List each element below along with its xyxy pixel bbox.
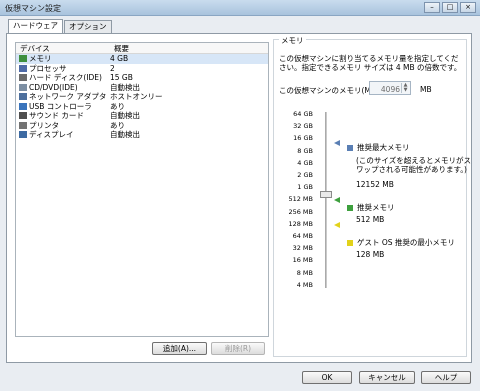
recommended-marker-icon [334, 197, 340, 203]
memory-unit: MB [420, 85, 432, 94]
memory-description: この仮想マシンに割り当てるメモリ量を指定してください。指定できるメモリ サイズは… [279, 54, 462, 72]
memory-slider-thumb[interactable] [320, 191, 332, 198]
minimize-button[interactable]: – [424, 2, 440, 13]
memory-tick-label: 16 GB [293, 134, 313, 143]
device-name: メモリ [29, 54, 52, 63]
device-name: ディスプレイ [29, 130, 74, 139]
memory-tick-label: 8 GB [297, 146, 313, 155]
memory-tick-label: 1 GB [297, 183, 313, 192]
memory-tick-label: 16 MB [292, 256, 313, 265]
memory-tick-label: 8 MB [296, 268, 313, 277]
cd-dvd-icon [19, 83, 27, 91]
max-recommended-marker-icon [334, 140, 340, 146]
device-summary: 自動検出 [110, 130, 140, 139]
device-row[interactable]: ハード ディスク(IDE) 15 GB [16, 73, 268, 83]
memory-tick-label: 64 MB [292, 232, 313, 240]
device-row[interactable]: メモリ 4 GB [16, 54, 268, 64]
memory-tick-label: 4 MB [296, 280, 313, 289]
guest-min-marker-icon [334, 222, 340, 228]
cpu-icon [19, 64, 27, 72]
device-summary: 自動検出 [110, 82, 140, 92]
harddisk-icon [19, 74, 27, 82]
device-name: プロセッサ [29, 63, 67, 73]
device-name: サウンド カード [29, 111, 84, 120]
device-summary: 自動検出 [110, 111, 140, 120]
device-row[interactable]: CD/DVD(IDE) 自動検出 [16, 83, 268, 93]
memory-slider-track[interactable] [325, 112, 327, 288]
device-summary: ホストオンリー [110, 92, 163, 101]
window-title: 仮想マシン設定 [5, 4, 61, 13]
recommended-label: 推奨メモリ [357, 203, 395, 212]
column-summary[interactable]: 概要 [110, 43, 268, 53]
recommended-value: 512 MB [356, 215, 385, 224]
help-button[interactable]: ヘルプ [421, 371, 471, 384]
device-name: プリンタ [29, 120, 59, 130]
device-list[interactable]: デバイス 概要 メモリ 4 GB プロセッサ 2 ハード ディスク(IDE) 15 GB C… [15, 42, 269, 337]
device-row[interactable]: USB コントローラ あり [16, 102, 268, 112]
remove-button[interactable]: 削除(R) [211, 342, 265, 355]
usb-icon [19, 102, 27, 110]
column-device[interactable]: デバイス [16, 43, 110, 53]
device-row[interactable]: サウンド カード 自動検出 [16, 111, 268, 121]
display-icon [19, 131, 27, 139]
add-button[interactable]: 追加(A)... [152, 342, 207, 355]
guest-min-square-icon [347, 240, 353, 246]
device-row[interactable]: プリンタ あり [16, 121, 268, 131]
memory-field-label: この仮想マシンのメモリ(M): [279, 86, 377, 95]
max-recommended-note: (このサイズを超えるとメモリがスワップされる可能性があります。) [356, 156, 471, 174]
legend-guest-min: ゲスト OS 推奨の最小メモリ [347, 237, 455, 248]
max-recommended-value: 12152 MB [356, 180, 394, 189]
device-summary: あり [110, 101, 125, 111]
memory-tick-label: 512 MB [288, 195, 313, 204]
device-row[interactable]: ネットワーク アダプタ ホストオンリー [16, 92, 268, 102]
device-name: USB コントローラ [29, 101, 92, 111]
cancel-button[interactable]: キャンセル [359, 371, 415, 384]
memory-tick-label: 4 GB [297, 158, 313, 167]
ok-button[interactable]: OK [302, 371, 352, 384]
device-row[interactable]: ディスプレイ 自動検出 [16, 130, 268, 140]
device-summary: あり [110, 120, 125, 130]
memory-tick-label: 256 MB [288, 207, 313, 216]
max-recommended-label: 推奨最大メモリ [357, 143, 410, 152]
memory-tick-label: 128 MB [288, 219, 313, 228]
spin-arrows-icon[interactable]: ▲ ▼ [401, 83, 409, 93]
memory-tick-label: 2 GB [297, 171, 313, 179]
window-titlebar: 仮想マシン設定 – □ × [0, 0, 480, 16]
device-name: ハード ディスク(IDE) [29, 73, 102, 82]
memory-spinbox[interactable]: 4096 ▲ ▼ [369, 81, 411, 95]
maximize-button[interactable]: □ [442, 2, 458, 13]
device-summary: 4 GB [110, 54, 129, 63]
max-recommended-square-icon [347, 145, 353, 151]
device-name: ネットワーク アダプタ [29, 92, 107, 101]
legend-recommended: 推奨メモリ [347, 202, 395, 213]
tab-hardware[interactable]: ハードウェア [8, 19, 63, 33]
device-name: CD/DVD(IDE) [29, 82, 78, 92]
tab-bar: ハードウェア オプション [8, 19, 113, 34]
device-summary: 2 [110, 63, 115, 73]
recommended-square-icon [347, 205, 353, 211]
close-button[interactable]: × [460, 2, 476, 13]
device-summary: 15 GB [110, 73, 133, 82]
legend-max-recommended: 推奨最大メモリ [347, 142, 410, 153]
network-adapter-icon [19, 93, 27, 101]
tab-options[interactable]: オプション [64, 20, 112, 33]
device-list-header: デバイス 概要 [16, 43, 268, 54]
guest-min-value: 128 MB [356, 250, 385, 259]
memory-value: 4096 [380, 85, 400, 94]
memory-group-label: メモリ [279, 35, 306, 46]
printer-icon [19, 121, 27, 129]
hardware-panel: デバイス 概要 メモリ 4 GB プロセッサ 2 ハード ディスク(IDE) 15 GB C… [6, 33, 472, 363]
device-row[interactable]: プロセッサ 2 [16, 64, 268, 74]
memory-tick-label: 32 GB [293, 122, 313, 131]
guest-min-label: ゲスト OS 推奨の最小メモリ [357, 238, 455, 247]
sound-card-icon [19, 112, 27, 120]
memory-icon [19, 55, 27, 63]
memory-tick-label: 64 GB [293, 110, 313, 118]
memory-tick-label: 32 MB [292, 244, 313, 253]
